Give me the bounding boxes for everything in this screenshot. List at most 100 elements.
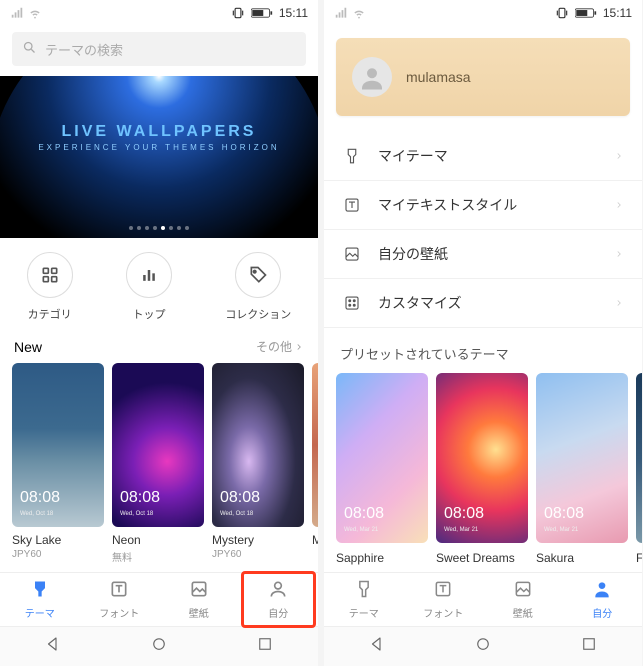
wifi-icon (28, 6, 42, 20)
menu-customize[interactable]: カスタマイズ (324, 279, 642, 328)
quickcat-collection-label: コレクション (225, 306, 291, 322)
nav-home-icon[interactable] (474, 635, 492, 658)
quickcat-collection[interactable]: コレクション (225, 252, 291, 322)
theme-card[interactable]: 08:08 Wed, Mar 21 Sakura (536, 373, 628, 565)
theme-card[interactable]: 08:08 Wed, Oct 18 Sky Lake JPY60 (12, 363, 104, 564)
avatar (352, 57, 392, 97)
theme-card[interactable]: F (636, 373, 642, 565)
theme-thumbnail: 08:08 Wed, Oct 18 (12, 363, 104, 527)
tab-font[interactable]: フォント (80, 573, 160, 626)
quickcat-top[interactable]: トップ (126, 252, 172, 322)
tab-theme[interactable]: テーマ (0, 573, 80, 626)
preset-theme-row[interactable]: 08:08 Wed, Mar 21 Sapphire 08:08 Wed, Ma… (324, 373, 642, 565)
text-icon (342, 195, 362, 215)
vibrate-icon (231, 6, 245, 20)
banner-title: LIVE WALLPAPERS (62, 123, 257, 141)
theme-name: F (636, 551, 642, 565)
status-time: 15:11 (603, 6, 632, 20)
theme-thumbnail: 08:08 Wed, Oct 18 (212, 363, 304, 527)
theme-card[interactable]: 08:08 Wed, Mar 21 Sapphire (336, 373, 428, 565)
preset-section-title: プリセットされているテーマ (324, 328, 642, 373)
bottom-tabbar: テーマ フォント 壁紙 自分 (324, 572, 642, 626)
theme-price: JPY60 (212, 549, 304, 560)
quickcat-top-label: トップ (132, 306, 165, 322)
signal-icon (334, 6, 348, 20)
image-icon (513, 579, 533, 602)
battery-icon (575, 7, 597, 19)
status-bar: 15:11 (0, 0, 318, 26)
tab-wallpaper[interactable]: 壁紙 (159, 573, 239, 626)
username: mulamasa (406, 69, 471, 85)
banner-subtitle: EXPERIENCE YOUR THEMES HORIZON (38, 143, 279, 152)
banner-pager (129, 226, 189, 230)
wifi-icon (352, 6, 366, 20)
menu-my-theme[interactable]: マイテーマ (324, 132, 642, 181)
theme-name: Sakura (536, 551, 628, 565)
theme-card[interactable]: 08:08 Wed, Oct 18 Neon 無料 (112, 363, 204, 564)
quickcat-category-label: カテゴリ (28, 306, 72, 322)
chevron-right-icon (614, 197, 624, 213)
nav-back-icon[interactable] (44, 635, 62, 658)
section-title-new: New (14, 339, 42, 355)
screen-me: 15:11 mulamasa マイテーマ マイテキストスタイル 自分の壁紙 カス… (324, 0, 642, 666)
menu-my-wallpaper[interactable]: 自分の壁紙 (324, 230, 642, 279)
theme-name: Sky Lake (12, 533, 104, 547)
new-theme-row[interactable]: 08:08 Wed, Oct 18 Sky Lake JPY60 08:08 W… (0, 363, 318, 564)
vibrate-icon (555, 6, 569, 20)
chevron-right-icon (614, 295, 624, 311)
tab-me[interactable]: 自分 (563, 573, 643, 626)
android-navbar (0, 626, 318, 666)
theme-thumbnail: 08:08 Wed, Mar 21 (336, 373, 428, 543)
signal-icon (10, 6, 24, 20)
theme-price: 無料 (112, 549, 204, 564)
theme-thumbnail: 08:08 Wed, Mar 21 (536, 373, 628, 543)
tab-me[interactable]: 自分 (239, 573, 319, 626)
search-icon (22, 40, 37, 58)
search-bar[interactable]: テーマの検索 (12, 32, 306, 66)
nav-back-icon[interactable] (368, 635, 386, 658)
chevron-right-icon (614, 246, 624, 262)
theme-name: Mystery (212, 533, 304, 547)
chart-icon (126, 252, 172, 298)
text-icon (109, 579, 129, 602)
tab-font[interactable]: フォント (404, 573, 484, 626)
theme-name: Neon (112, 533, 204, 547)
brush-icon (342, 146, 362, 166)
tab-wallpaper[interactable]: 壁紙 (483, 573, 563, 626)
theme-name: M (312, 533, 318, 547)
featured-banner[interactable]: LIVE WALLPAPERS EXPERIENCE YOUR THEMES H… (0, 76, 318, 238)
menu-my-textstyle[interactable]: マイテキストスタイル (324, 181, 642, 230)
theme-price: JPY60 (12, 549, 104, 560)
theme-card[interactable]: 08:08 Wed, Mar 21 Sweet Dreams (436, 373, 528, 565)
theme-card[interactable]: 08:08 Wed, Oct 18 Mystery JPY60 (212, 363, 304, 564)
profile-card[interactable]: mulamasa (336, 38, 630, 116)
nav-recent-icon[interactable] (256, 635, 274, 658)
theme-thumbnail: 08:08 Wed, Oct 18 (112, 363, 204, 527)
theme-thumbnail (636, 373, 642, 543)
android-navbar (324, 626, 642, 666)
battery-icon (251, 7, 273, 19)
bottom-tabbar: テーマ フォント 壁紙 自分 (0, 572, 318, 626)
dice-icon (342, 293, 362, 313)
section-header-new: New その他 (0, 332, 318, 363)
theme-thumbnail (312, 363, 318, 527)
tab-theme[interactable]: テーマ (324, 573, 404, 626)
nav-recent-icon[interactable] (580, 635, 598, 658)
image-icon (189, 579, 209, 602)
text-icon (433, 579, 453, 602)
theme-name: Sweet Dreams (436, 551, 528, 565)
quick-categories: カテゴリ トップ コレクション (0, 238, 318, 332)
nav-home-icon[interactable] (150, 635, 168, 658)
status-bar: 15:11 (324, 0, 642, 26)
status-time: 15:11 (279, 6, 308, 20)
person-icon (268, 579, 288, 602)
search-placeholder: テーマの検索 (45, 40, 123, 59)
quickcat-category[interactable]: カテゴリ (27, 252, 73, 322)
chevron-right-icon (614, 148, 624, 164)
person-icon (592, 579, 612, 602)
brush-icon (30, 579, 50, 602)
theme-card[interactable]: M (312, 363, 318, 564)
section-more-new[interactable]: その他 (256, 338, 304, 355)
theme-thumbnail: 08:08 Wed, Mar 21 (436, 373, 528, 543)
image-icon (342, 244, 362, 264)
